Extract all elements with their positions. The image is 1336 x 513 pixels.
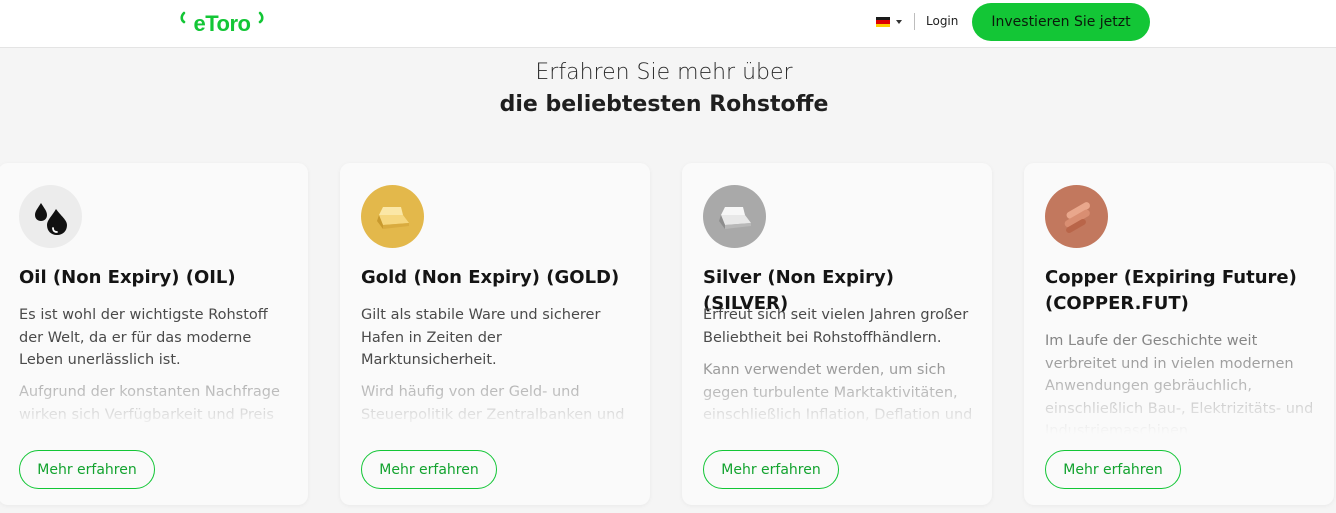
- card-faded-description: Kann verwendet werden, um sich gegen tur…: [703, 362, 973, 423]
- germany-flag-icon: [876, 17, 890, 27]
- chevron-down-icon: [896, 20, 902, 24]
- commodity-card-oil: Oil (Non Expiry) (OIL) Es ist wohl der w…: [0, 163, 308, 505]
- card-title: Oil (Non Expiry) (OIL): [19, 267, 236, 288]
- card-description: Erfreut sich seit vielen Jahren großer B…: [703, 307, 969, 346]
- card-faded-description: Wird häufig von der Geld- und Steuerpoli…: [361, 384, 625, 423]
- heading-line-2: die beliebtesten Rohstoffe: [499, 92, 829, 117]
- silver-bar-icon: [703, 185, 766, 248]
- top-navigation-bar: eToro Login Investieren Sie jetzt: [0, 0, 1336, 48]
- commodity-card-silver: Silver (Non Expiry) (SILVER) Erfreut sic…: [682, 163, 992, 505]
- divider: [914, 13, 915, 30]
- language-selector[interactable]: [876, 15, 902, 29]
- card-faded-description: Im Laufe der Geschichte weit verbreitet …: [1045, 333, 1314, 434]
- commodity-card-gold: Gold (Non Expiry) (GOLD) Gilt als stabil…: [340, 163, 650, 505]
- section-heading: Erfahren Sie mehr über die beliebtesten …: [0, 58, 1328, 122]
- gold-bar-icon: [361, 185, 424, 248]
- copper-pipes-icon: [1045, 185, 1108, 248]
- svg-text:eToro: eToro: [194, 11, 251, 36]
- learn-more-button[interactable]: Mehr erfahren: [703, 450, 839, 489]
- learn-more-button[interactable]: Mehr erfahren: [19, 450, 155, 489]
- etoro-logo[interactable]: eToro: [178, 7, 266, 37]
- oil-drops-icon: [19, 185, 82, 248]
- card-description: Gilt als stabile Ware und sicherer Hafen…: [361, 307, 601, 368]
- login-link[interactable]: Login: [926, 14, 958, 28]
- heading-line-1: Erfahren Sie mehr über: [535, 60, 793, 85]
- card-title: Gold (Non Expiry) (GOLD): [361, 267, 620, 288]
- commodity-card-copper: Copper (Expiring Future) (COPPER.FUT) Im…: [1024, 163, 1334, 505]
- card-description: Es ist wohl der wichtigste Rohstoff der …: [19, 307, 268, 368]
- card-faded-description: Aufgrund der konstanten Nachfrage wirken…: [19, 384, 280, 423]
- learn-more-button[interactable]: Mehr erfahren: [1045, 450, 1181, 489]
- learn-more-button[interactable]: Mehr erfahren: [361, 450, 497, 489]
- card-title: Copper (Expiring Future) (COPPER.FUT): [1045, 267, 1297, 314]
- invest-now-button[interactable]: Investieren Sie jetzt: [972, 3, 1150, 41]
